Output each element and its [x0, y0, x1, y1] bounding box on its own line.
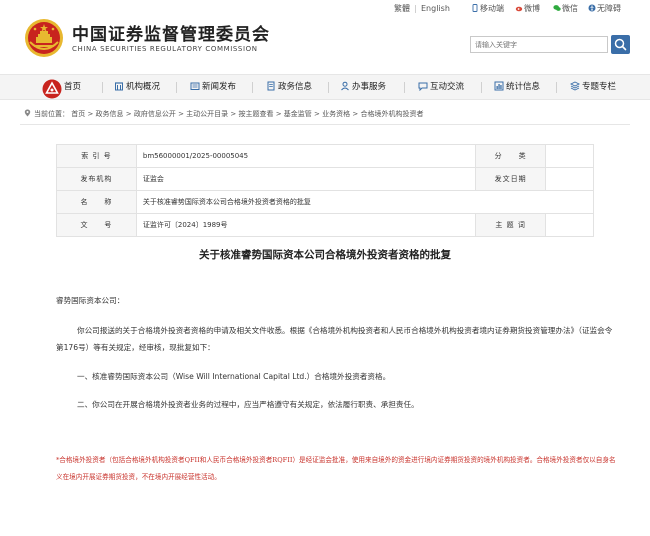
article-title: 关于核准睿势国际资本公司合格境外投资者资格的批复: [199, 249, 451, 261]
meta-key: 文 号: [56, 213, 137, 237]
nav-item-gov-info[interactable]: 政务信息: [266, 75, 312, 99]
nav-label: 首页: [64, 82, 82, 92]
nav-separator: [252, 82, 253, 93]
nav-label: 政务信息: [278, 82, 313, 92]
nav-label: 专题专栏: [582, 82, 617, 92]
meta-value: 证监会: [135, 167, 477, 191]
service-icon: [341, 81, 349, 91]
wechat-icon: [553, 5, 561, 11]
table-row: 名 称 关于核准睿势国际资本公司合格境外投资者资格的批复: [56, 190, 595, 214]
wechat-label: 微信: [562, 4, 578, 13]
divider: [20, 124, 630, 125]
meta-key: 索 引 号: [56, 144, 137, 168]
site-title-english: CHINA SECURITIES REGULATORY COMMISSION: [72, 45, 258, 53]
main-nav: 首页 机构概况 新闻发布 政务信息 办事服务 互动交流 统计信息 专题专栏: [0, 74, 650, 100]
nav-label: 互动交流: [430, 82, 465, 92]
table-row: 索 引 号 bm56000001/2025-00005045 分 类: [56, 144, 594, 168]
nav-item-statistics[interactable]: 统计信息: [494, 75, 540, 99]
national-emblem-icon: [25, 19, 63, 57]
nav-label: 机构概况: [126, 82, 161, 92]
meta-key: 名 称: [56, 190, 137, 214]
weibo-icon: [515, 6, 523, 12]
nav-item-about[interactable]: 机构概况: [114, 75, 160, 99]
nav-separator: [328, 82, 329, 93]
location-icon: [24, 109, 31, 117]
table-row: 发布机构 证监会 发文日期: [56, 167, 594, 191]
article-paragraph: 一、核准睿势国际资本公司（Wise Will International Cap…: [77, 372, 391, 381]
nav-separator: [102, 82, 103, 93]
meta-value: [545, 213, 594, 237]
meta-key: 主 题 词: [475, 213, 547, 237]
table-row: 文 号 证监许可〔2024〕1989号 主 题 词: [56, 213, 594, 237]
nav-separator: [556, 82, 557, 93]
meta-value: bm56000001/2025-00005045: [135, 144, 477, 168]
meta-value: 证监许可〔2024〕1989号: [135, 213, 477, 237]
site-title: 中国证券监督管理委员会: [72, 25, 270, 45]
nav-label: 统计信息: [506, 82, 541, 92]
article-paragraph: 二、你公司在开展合格境外投资者业务的过程中，应当严格遵守有关规定，依法履行职责、…: [77, 400, 419, 409]
nav-item-topics[interactable]: 专题专栏: [570, 75, 616, 99]
article-addressee: 睿势国际资本公司：: [56, 296, 125, 305]
nav-label: 新闻发布: [202, 82, 237, 92]
document-meta-table: 索 引 号 bm56000001/2025-00005045 分 类 发布机构 …: [56, 144, 595, 237]
document-icon: [267, 81, 275, 91]
search-input[interactable]: [470, 36, 608, 53]
nav-separator: [404, 82, 405, 93]
meta-value: 关于核准睿势国际资本公司合格境外投资者资格的批复: [135, 190, 595, 214]
traditional-chinese-link[interactable]: 繁體: [394, 3, 410, 15]
nav-item-interaction[interactable]: 互动交流: [418, 75, 464, 99]
accessibility-label: 无障碍: [597, 4, 621, 13]
nav-label: 办事服务: [352, 82, 387, 92]
home-icon[interactable]: [42, 79, 62, 99]
search-button[interactable]: [611, 35, 630, 54]
meta-key: 发布机构: [56, 167, 137, 191]
nav-separator: [481, 82, 482, 93]
accessibility-link[interactable]: 无障碍: [588, 3, 621, 15]
nav-item-home[interactable]: 首页: [64, 75, 81, 99]
meta-value: [545, 167, 594, 191]
separator: |: [414, 4, 417, 13]
nav-item-services[interactable]: 办事服务: [340, 75, 386, 99]
mobile-icon: [472, 4, 478, 12]
wechat-link[interactable]: 微信: [553, 3, 578, 15]
breadcrumb-prefix: 当前位置：: [34, 110, 69, 118]
mobile-link[interactable]: 移动端: [471, 3, 504, 15]
topic-icon: [570, 81, 580, 91]
news-icon: [190, 82, 200, 90]
footnote: *合格境外投资者（包括合格境外机构投资者QFII和人民币合格境外投资者RQFII…: [56, 456, 616, 481]
search-icon: [614, 38, 627, 51]
weibo-link[interactable]: 微博: [515, 3, 540, 15]
meta-key: 分 类: [475, 144, 547, 168]
nav-item-news[interactable]: 新闻发布: [190, 75, 236, 99]
accessibility-icon: [588, 4, 596, 12]
meta-key: 发文日期: [475, 167, 547, 191]
article-paragraph: 你公司报送的关于合格境外投资者资格的申请及相关文件收悉。根据《合格境外机构投资者…: [56, 326, 613, 352]
weibo-label: 微博: [524, 4, 540, 13]
chart-icon: [494, 81, 504, 91]
meta-value: [545, 144, 594, 168]
chat-icon: [418, 82, 428, 91]
building-icon: [115, 82, 123, 91]
breadcrumb: 当前位置： 首页 > 政务信息 > 政府信息公开 > 主动公开目录 > 按主题查…: [24, 109, 423, 119]
top-links: 繁體 | English 移动端 微博 微信 无障碍: [0, 3, 650, 15]
breadcrumb-path[interactable]: 首页 > 政务信息 > 政府信息公开 > 主动公开目录 > 按主题查看 > 基金…: [71, 110, 423, 118]
nav-separator: [176, 82, 177, 93]
mobile-label: 移动端: [480, 4, 504, 13]
english-link[interactable]: English: [421, 3, 450, 15]
